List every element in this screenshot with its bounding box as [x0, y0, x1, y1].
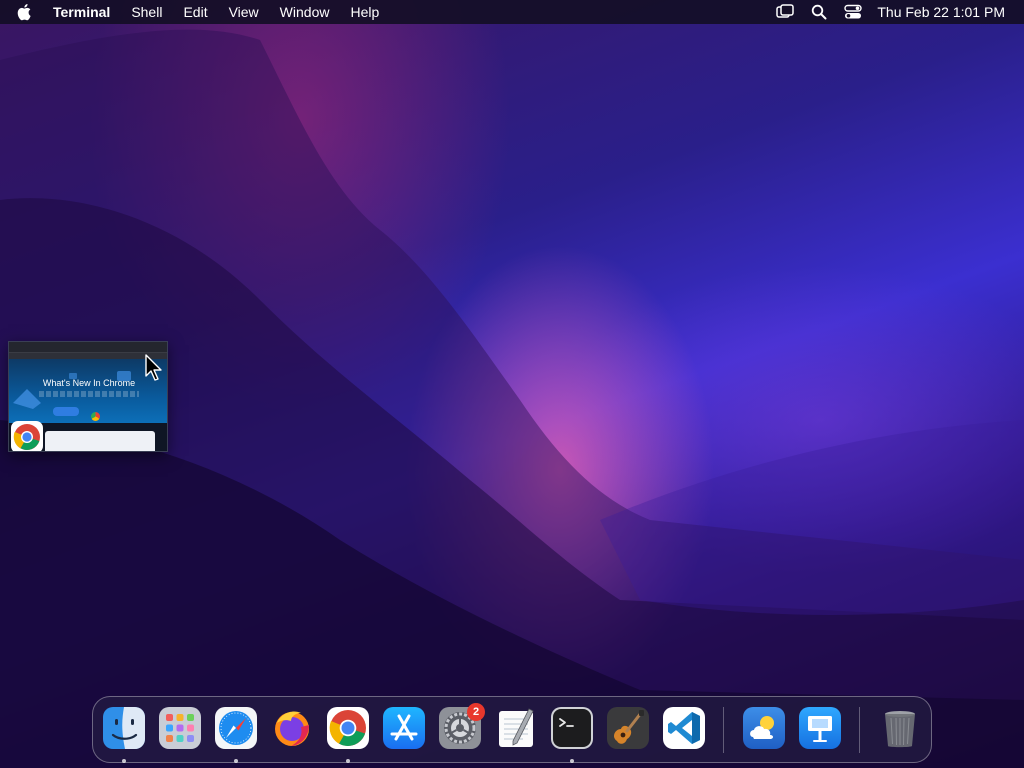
- chrome-icon: [327, 707, 369, 749]
- dock-item-finder[interactable]: [101, 705, 147, 763]
- dock-item-safari[interactable]: [213, 705, 259, 763]
- menu-edit[interactable]: Edit: [183, 0, 207, 24]
- dock-item-system-settings[interactable]: 2: [437, 703, 485, 751]
- menu-view[interactable]: View: [229, 0, 259, 24]
- dock-item-trash[interactable]: [877, 705, 923, 751]
- trash-icon: [879, 707, 921, 749]
- menu-bar: Terminal Shell Edit View Window Help Thu…: [0, 0, 1024, 24]
- thumbnail-tab-bar: [9, 342, 167, 352]
- thumbnail-chrome-logo-icon: [91, 412, 100, 421]
- dock-separator: [723, 707, 724, 753]
- textedit-icon: [495, 707, 537, 749]
- status-area: Thu Feb 22 1:01 PM: [775, 0, 1024, 24]
- dock-item-firefox[interactable]: [269, 705, 315, 751]
- apple-logo-icon[interactable]: [17, 3, 35, 21]
- dock-separator: [859, 707, 860, 753]
- menu-clock[interactable]: Thu Feb 22 1:01 PM: [877, 4, 1005, 20]
- menu-help[interactable]: Help: [350, 0, 379, 24]
- control-center-icon[interactable]: [843, 2, 863, 22]
- dock-item-weather[interactable]: [741, 705, 787, 751]
- running-indicator: [122, 759, 126, 763]
- chrome-app-badge-icon: [11, 421, 43, 451]
- menu-shell[interactable]: Shell: [131, 0, 162, 24]
- dock-item-textedit[interactable]: [493, 705, 539, 751]
- thumbnail-content-card: [45, 431, 155, 451]
- thumbnail-subtitle-lines: [39, 391, 139, 397]
- app-store-icon: [383, 707, 425, 749]
- keynote-icon: [799, 707, 841, 749]
- screen-mirroring-icon[interactable]: [775, 2, 795, 22]
- weather-icon: [743, 707, 785, 749]
- menu-app-name[interactable]: Terminal: [53, 0, 110, 24]
- dock-item-chrome[interactable]: [325, 705, 371, 763]
- dock-item-vscode[interactable]: [661, 705, 707, 751]
- firefox-icon: [271, 707, 313, 749]
- garageband-guitar-icon: [607, 707, 649, 749]
- thumbnail-address-bar: [9, 352, 167, 359]
- dock-item-keynote[interactable]: [797, 705, 843, 751]
- dock: 2: [92, 696, 932, 763]
- chrome-window-thumbnail[interactable]: What's New In Chrome: [8, 341, 168, 452]
- spotlight-search-icon[interactable]: [809, 2, 829, 22]
- thumbnail-cta-button: [53, 407, 79, 416]
- running-indicator: [346, 759, 350, 763]
- launchpad-icon: [159, 707, 201, 749]
- finder-icon: [103, 707, 145, 749]
- safari-icon: [215, 707, 257, 749]
- dock-item-launchpad[interactable]: [157, 705, 203, 751]
- vscode-icon: [663, 707, 705, 749]
- dock-item-garageband[interactable]: [605, 705, 651, 751]
- menu-window[interactable]: Window: [280, 0, 330, 24]
- dock-item-terminal[interactable]: [549, 705, 595, 763]
- running-indicator: [570, 759, 574, 763]
- notification-badge: 2: [467, 703, 485, 721]
- running-indicator: [234, 759, 238, 763]
- mouse-pointer-icon: [145, 354, 162, 381]
- dock-item-app-store[interactable]: [381, 705, 427, 751]
- terminal-icon: [551, 707, 593, 749]
